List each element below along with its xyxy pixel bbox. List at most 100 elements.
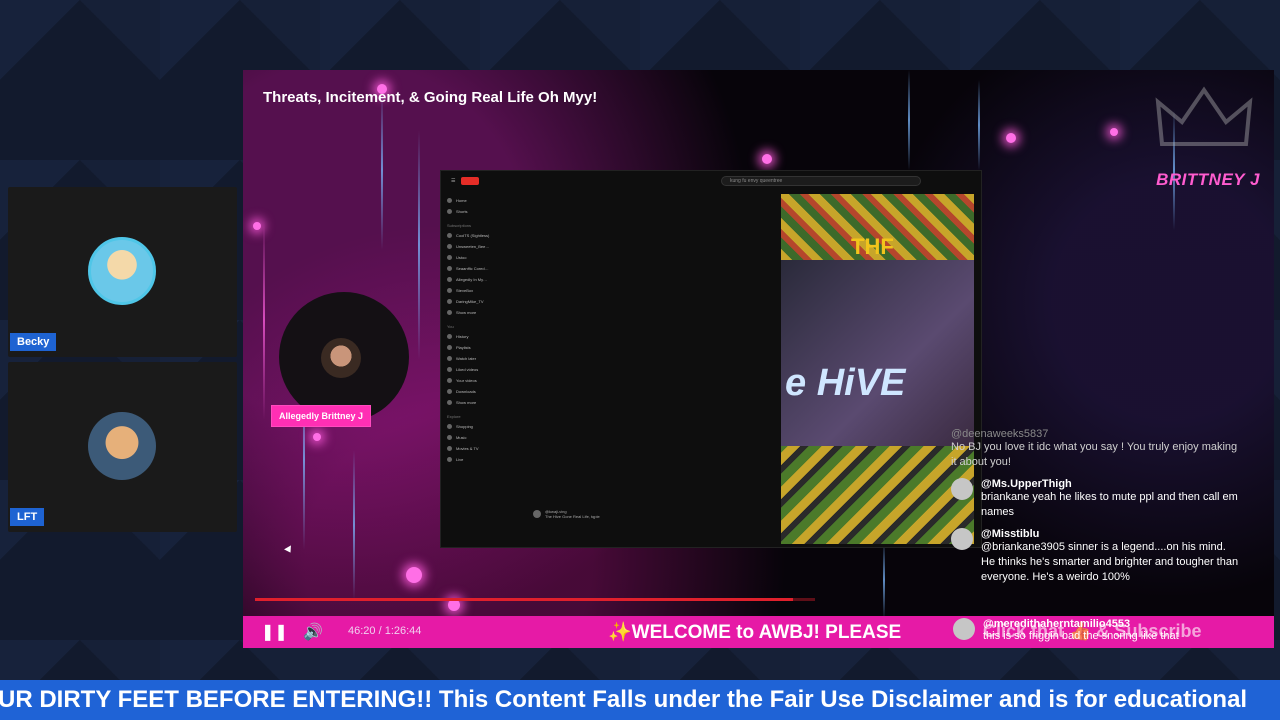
- video-overlay-text: THF: [851, 234, 894, 259]
- chat-text: @briankane3905 sinner is a legend....on …: [981, 541, 1239, 583]
- bag-icon: [447, 424, 452, 429]
- sidebar-item-label: Show more: [456, 310, 477, 315]
- chat-username: @Misstiblu: [981, 528, 1040, 540]
- sidebar-item-label: Shopping: [456, 424, 473, 429]
- sidebar-item-label: Live: [456, 457, 464, 462]
- crown-logo-icon: [1155, 86, 1253, 146]
- chat-message: @deenaweeks5837 No BJ you love it idc wh…: [951, 428, 1241, 470]
- avatar: [953, 618, 975, 640]
- short-video-player[interactable]: THF e HiVE: [781, 194, 974, 544]
- sidebar-item-label: CoolTS (Sightless): [456, 233, 490, 238]
- show-more[interactable]: Show more: [447, 397, 517, 408]
- sidebar-item-playlists[interactable]: Playlists: [447, 342, 517, 353]
- sidebar-item-label: SteveBox: [456, 288, 474, 293]
- sidebar-item-label: Home: [456, 198, 467, 203]
- menu-icon[interactable]: ☰: [451, 178, 455, 184]
- sidebar-item-music[interactable]: Music: [447, 432, 517, 443]
- home-icon: [447, 198, 452, 203]
- stream-title: Threats, Incitement, & Going Real Life O…: [263, 89, 598, 106]
- section-header: Subscriptions: [447, 223, 472, 228]
- volume-icon[interactable]: 🔊: [303, 622, 323, 642]
- ticker-text: UR DIRTY FEET BEFORE ENTERING!! This Con…: [0, 686, 1248, 713]
- sidebar-item-label: Liked videos: [456, 367, 479, 372]
- light-streak: [353, 450, 355, 600]
- light-streak: [263, 220, 265, 420]
- section-header: You: [447, 324, 454, 329]
- sidebar-item-history[interactable]: History: [447, 331, 517, 342]
- sidebar-item-watch-later[interactable]: Watch later: [447, 353, 517, 364]
- participant-tile-lft[interactable]: LFT: [8, 362, 237, 532]
- channel-avatar: [447, 277, 452, 282]
- avatar: [88, 412, 156, 480]
- sidebar-item-your-videos[interactable]: Your videos: [447, 375, 517, 386]
- glow-dot: [1006, 133, 1016, 143]
- chat-message-latest: @meredithaherntamilio4553 this is so fri…: [953, 618, 1243, 642]
- sidebar-item-live[interactable]: Live: [447, 454, 517, 465]
- pause-icon[interactable]: ❚❚: [261, 622, 288, 642]
- sidebar-item-label: DaringMike_TV: [456, 299, 484, 304]
- search-input[interactable]: kung fu envy queentree: [721, 176, 921, 186]
- sidebar-item-downloads[interactable]: Downloads: [447, 386, 517, 397]
- chat-username: @Ms.UpperThigh: [981, 478, 1072, 490]
- subscription-item[interactable]: Seaanffic Cored…: [447, 263, 517, 274]
- light-streak: [418, 130, 420, 360]
- chat-text: this is so friggin bad the snoring like …: [983, 630, 1179, 642]
- sidebar-item-label: Shorts: [456, 209, 468, 214]
- sidebar-item-label: Seaanffic Cored…: [456, 266, 489, 271]
- channel-avatar: [447, 288, 452, 293]
- chat-message: @Ms.UpperThigh briankane yeah he likes t…: [951, 478, 1241, 520]
- sidebar-item-label: Movies & TV: [456, 446, 479, 451]
- progress-bar[interactable]: [255, 598, 815, 601]
- live-icon: [447, 457, 452, 462]
- video-art: [781, 260, 974, 446]
- subscription-item[interactable]: Ustoo: [447, 252, 517, 263]
- section-header: Explore: [447, 414, 461, 419]
- chat-username: @meredithaherntamilio4553: [983, 618, 1131, 630]
- thumbs-up-icon: [447, 367, 452, 372]
- channel-avatar: [447, 233, 452, 238]
- sidebar-item-liked[interactable]: Liked videos: [447, 364, 517, 375]
- video-icon: [447, 378, 452, 383]
- channel-avatar: [447, 255, 452, 260]
- sidebar-item-movies[interactable]: Movies & TV: [447, 443, 517, 454]
- glow-dot: [1110, 128, 1118, 136]
- history-icon: [447, 334, 452, 339]
- light-streak: [978, 80, 980, 170]
- shorts-icon: [447, 209, 452, 214]
- music-icon: [447, 435, 452, 440]
- brand-name: BRITTNEY J: [1156, 170, 1260, 189]
- chat-text: No BJ you love it idc what you say ! You…: [951, 441, 1238, 468]
- video-comment: @kwaji-ving The Hive Gone Real Life, tqp…: [533, 509, 600, 519]
- clock-icon: [447, 356, 452, 361]
- progress-fill: [255, 598, 793, 601]
- subscription-item[interactable]: DaringMike_TV: [447, 296, 517, 307]
- subscription-item[interactable]: Unsweeten_Bee…: [447, 241, 517, 252]
- bottom-ticker: UR DIRTY FEET BEFORE ENTERING!! This Con…: [0, 680, 1280, 720]
- sidebar-item-shopping[interactable]: Shopping: [447, 421, 517, 432]
- playback-time: 46:20 / 1:26:44: [348, 625, 422, 637]
- show-more[interactable]: Show more: [447, 307, 517, 318]
- youtube-logo-icon[interactable]: [461, 177, 480, 185]
- sidebar-item-label: History: [456, 334, 469, 339]
- youtube-sidebar: Home Shorts Subscriptions CoolTS (Sightl…: [447, 195, 517, 465]
- participant-tile-becky[interactable]: Becky: [8, 187, 237, 357]
- chat-message: @Misstiblu @briankane3905 sinner is a le…: [951, 528, 1241, 585]
- welcome-marquee: ✨WELCOME to AWBJ! PLEASE: [608, 622, 902, 643]
- chevron-down-icon: [447, 310, 452, 315]
- subscription-item[interactable]: CoolTS (Sightless): [447, 230, 517, 241]
- download-icon: [447, 389, 452, 394]
- channel-avatar: [447, 244, 452, 249]
- subscription-item[interactable]: Allegedly In My…: [447, 274, 517, 285]
- chevron-down-icon: [447, 400, 452, 405]
- sidebar-item-home[interactable]: Home: [447, 195, 517, 206]
- subscription-item[interactable]: SteveBox: [447, 285, 517, 296]
- sidebar-item-label: Downloads: [456, 389, 476, 394]
- chat-username: @deenaweeks5837: [951, 428, 1049, 440]
- channel-avatar: [447, 299, 452, 304]
- sidebar-item-label: Ustoo: [456, 255, 467, 260]
- sidebar-item-shorts[interactable]: Shorts: [447, 206, 517, 217]
- comment-text: The Hive Gone Real Life, tqpie: [545, 514, 600, 519]
- participant-name-tag: Becky: [10, 333, 57, 351]
- sidebar-item-label: Playlists: [456, 345, 471, 350]
- main-stage: Threats, Incitement, & Going Real Life O…: [243, 70, 1274, 648]
